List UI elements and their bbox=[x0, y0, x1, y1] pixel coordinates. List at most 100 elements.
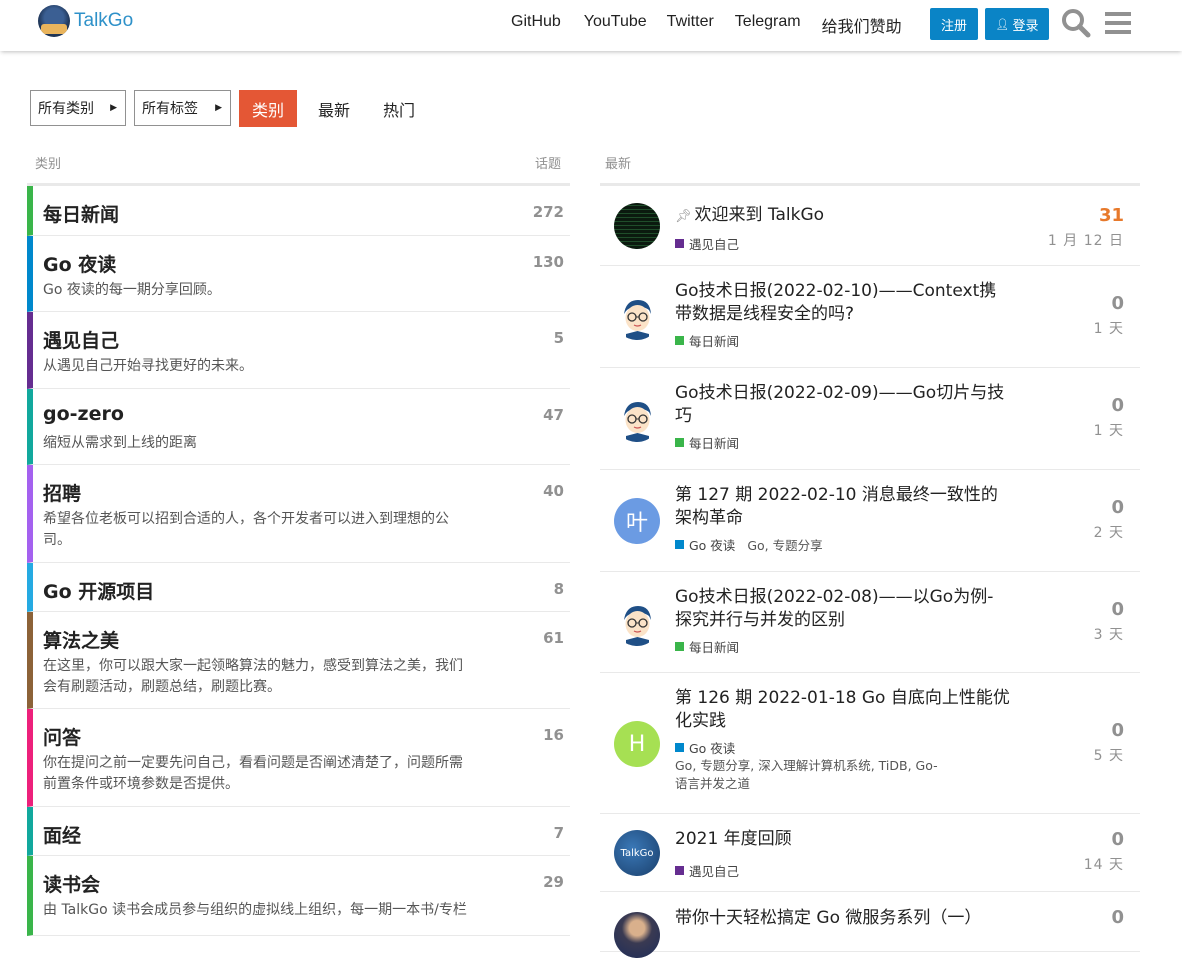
reply-count[interactable]: 0 bbox=[1111, 720, 1124, 741]
reply-count[interactable]: 0 bbox=[1111, 293, 1124, 314]
topic-title[interactable]: Go技术日报(2022-02-09)——Go切片与技巧 bbox=[675, 382, 1010, 428]
photo-avatar[interactable] bbox=[614, 912, 660, 958]
nav-link-twitter[interactable]: Twitter bbox=[667, 13, 714, 37]
tab-latest[interactable]: 最新 bbox=[312, 90, 356, 127]
category-badge[interactable]: Go 夜读 bbox=[675, 738, 735, 757]
reply-count[interactable]: 0 bbox=[1111, 497, 1124, 518]
category-color-square bbox=[675, 438, 684, 447]
category-description: 从遇见自己开始寻找更好的未来。 bbox=[43, 358, 253, 374]
category-description: 希望各位老板可以招到合适的人，各个开发者可以进入到理想的公司。 bbox=[43, 511, 449, 548]
topic-row[interactable]: Go技术日报(2022-02-10)——Context携带数据是线程安全的吗? 每… bbox=[600, 266, 1140, 368]
activity-age[interactable]: 3 天 bbox=[1094, 624, 1124, 644]
nav-link-telegram[interactable]: Telegram bbox=[735, 13, 801, 37]
category-row[interactable]: Go 夜读 Go 夜读的每一期分享回顾。 130 bbox=[27, 236, 570, 312]
category-row[interactable]: go-zero 缩短从需求到上线的距离 47 bbox=[27, 389, 570, 465]
category-badge[interactable]: 遇见自己 bbox=[675, 861, 739, 880]
topic-tags[interactable]: Go, 专题分享, 深入理解计算机系统, TiDB, Go-语言并发之道 bbox=[675, 757, 945, 793]
category-row[interactable]: 遇见自己 从遇见自己开始寻找更好的未来。 5 bbox=[27, 312, 570, 389]
category-badge[interactable]: 每日新闻 bbox=[675, 637, 739, 656]
cartoon-face-avatar[interactable] bbox=[614, 600, 660, 646]
category-badge[interactable]: 每日新闻 bbox=[675, 433, 739, 452]
category-description: Go 夜读的每一期分享回顾。 bbox=[43, 282, 221, 298]
cartoon-face-avatar[interactable] bbox=[614, 396, 660, 442]
category-name[interactable]: Go 开源项目 bbox=[43, 577, 154, 604]
topic-title[interactable]: 2021 年度回顾 bbox=[675, 828, 1010, 851]
category-row[interactable]: 面经 7 bbox=[27, 807, 570, 856]
topic-row[interactable]: 带你十天轻松搞定 Go 微服务系列（一） 0 bbox=[600, 892, 1140, 958]
category-row[interactable]: 招聘希望各位老板可以招到合适的人，各个开发者可以进入到理想的公司。 40 bbox=[27, 465, 570, 563]
category-name[interactable]: 问答 bbox=[43, 723, 81, 750]
activity-age[interactable]: 5 天 bbox=[1094, 745, 1124, 765]
activity-age[interactable]: 14 天 bbox=[1084, 854, 1124, 874]
topic-row[interactable]: 📌︎ 欢迎来到 TalkGo 遇见自己 31 1 月 12 日 bbox=[600, 186, 1140, 266]
category-name[interactable]: 招聘 bbox=[43, 479, 81, 506]
category-badge[interactable]: 遇见自己 bbox=[675, 234, 739, 253]
category-badge-label: 遇见自己 bbox=[689, 864, 740, 879]
gopher-logo-icon bbox=[38, 5, 70, 37]
nav-link-github[interactable]: GitHub bbox=[511, 13, 561, 37]
tab-top[interactable]: 热门 bbox=[377, 90, 421, 127]
category-row[interactable]: 算法之美在这里，你可以跟大家一起领略算法的魅力，感受到算法之美，我们会有刷题活动… bbox=[27, 612, 570, 709]
talkgo-avatar[interactable]: TalkGo bbox=[614, 830, 660, 876]
category-name[interactable]: 读书会 bbox=[43, 870, 100, 897]
tab-categories[interactable]: 类别 bbox=[239, 90, 297, 127]
letter-avatar[interactable]: H bbox=[614, 721, 660, 767]
category-row[interactable]: 每日新闻 272 bbox=[27, 186, 570, 236]
header-nav: GitHub YouTube Twitter Telegram 给我们赞助 bbox=[511, 13, 924, 37]
topic-tags[interactable]: Go, 专题分享 bbox=[747, 535, 822, 554]
activity-age[interactable]: 1 天 bbox=[1094, 318, 1124, 338]
category-row[interactable]: 问答你在提问之前一定要先问自己，看看问题是否阐述清楚了，问题所需前置条件或环境参… bbox=[27, 709, 570, 807]
category-description: 你在提问之前一定要先问自己，看看问题是否阐述清楚了，问题所需前置条件或环境参数是… bbox=[43, 755, 463, 792]
category-topic-count: 40 bbox=[543, 482, 564, 500]
activity-age[interactable]: 1 天 bbox=[1094, 420, 1124, 440]
activity-age[interactable]: 2 天 bbox=[1094, 522, 1124, 542]
search-icon[interactable] bbox=[1060, 7, 1092, 39]
tag-dropdown[interactable]: 所有标签 ▶ bbox=[134, 90, 231, 126]
letter-avatar[interactable]: 叶 bbox=[614, 498, 660, 544]
category-name[interactable]: go-zero bbox=[43, 403, 124, 425]
topic-row[interactable]: 叶第 127 期 2022-02-10 消息最终一致性的架构革命 Go 夜读 Go,… bbox=[600, 470, 1140, 572]
category-row[interactable]: 读书会由 TalkGo 读书会成员参与组织的虚拟线上组织，每一期一本书/专栏 29 bbox=[27, 856, 570, 936]
topic-title-text: 2021 年度回顾 bbox=[675, 829, 792, 849]
category-topic-count: 61 bbox=[543, 629, 564, 647]
category-name[interactable]: 遇见自己 bbox=[43, 326, 119, 353]
categories-column-header: 类别 bbox=[35, 157, 62, 172]
signup-button[interactable]: 注册 bbox=[930, 8, 978, 40]
category-badge[interactable]: 每日新闻 bbox=[675, 331, 739, 350]
nav-link-sponsor[interactable]: 给我们赞助 bbox=[822, 13, 902, 37]
reply-count[interactable]: 0 bbox=[1111, 829, 1124, 850]
category-description: 在这里，你可以跟大家一起领略算法的魅力，感受到算法之美，我们会有刷题活动，刷题总… bbox=[43, 658, 463, 695]
activity-age[interactable]: 1 月 12 日 bbox=[1048, 230, 1124, 250]
category-badge[interactable]: Go 夜读 Go, 专题分享 bbox=[675, 535, 823, 554]
category-name[interactable]: 面经 bbox=[43, 821, 81, 848]
reply-count[interactable]: 31 bbox=[1099, 205, 1124, 226]
hamburger-menu-icon[interactable] bbox=[1104, 9, 1132, 37]
topic-title[interactable]: 第 127 期 2022-02-10 消息最终一致性的架构革命 bbox=[675, 484, 1010, 530]
code-avatar[interactable] bbox=[614, 203, 660, 249]
topic-title[interactable]: Go技术日报(2022-02-10)——Context携带数据是线程安全的吗? bbox=[675, 280, 1010, 326]
category-name[interactable]: 每日新闻 bbox=[43, 200, 119, 227]
topic-title-text: 欢迎来到 TalkGo bbox=[694, 205, 825, 225]
topic-row[interactable]: Go技术日报(2022-02-08)——以Go为例-探究并行与并发的区别每日新闻… bbox=[600, 572, 1140, 673]
topic-title[interactable]: 📌︎ 欢迎来到 TalkGo bbox=[675, 204, 1010, 228]
reply-count[interactable]: 0 bbox=[1111, 907, 1124, 928]
reply-count[interactable]: 0 bbox=[1111, 599, 1124, 620]
category-color-square bbox=[675, 743, 684, 752]
category-dropdown[interactable]: 所有类别 ▶ bbox=[30, 90, 126, 126]
category-name[interactable]: 算法之美 bbox=[43, 626, 119, 653]
topic-title[interactable]: 带你十天轻松搞定 Go 微服务系列（一） bbox=[675, 907, 1010, 930]
topic-row[interactable]: H 第 126 期 2022-01-18 Go 自底向上性能优化实践 Go 夜读 Go… bbox=[600, 673, 1140, 814]
topic-row[interactable]: TalkGo 2021 年度回顾遇见自己 0 14 天 bbox=[600, 814, 1140, 892]
topic-title[interactable]: 第 126 期 2022-01-18 Go 自底向上性能优化实践 bbox=[675, 687, 1010, 733]
category-name[interactable]: Go 夜读 bbox=[43, 250, 116, 277]
reply-count[interactable]: 0 bbox=[1111, 395, 1124, 416]
latest-topics-table: 📌︎ 欢迎来到 TalkGo 遇见自己 31 1 月 12 日 Go技术日报(2022-0… bbox=[600, 183, 1140, 958]
cartoon-face-avatar[interactable] bbox=[614, 294, 660, 340]
login-button[interactable]: 👤︎ 登录 bbox=[985, 8, 1049, 40]
category-row[interactable]: Go 开源项目 8 bbox=[27, 563, 570, 612]
topic-row[interactable]: Go技术日报(2022-02-09)——Go切片与技巧每日新闻 0 1 天 bbox=[600, 368, 1140, 470]
nav-link-youtube[interactable]: YouTube bbox=[584, 13, 647, 37]
topics-column-header: 话题 bbox=[535, 157, 562, 172]
topic-title[interactable]: Go技术日报(2022-02-08)——以Go为例-探究并行与并发的区别 bbox=[675, 586, 1010, 632]
site-logo[interactable]: TalkGo bbox=[38, 5, 133, 37]
